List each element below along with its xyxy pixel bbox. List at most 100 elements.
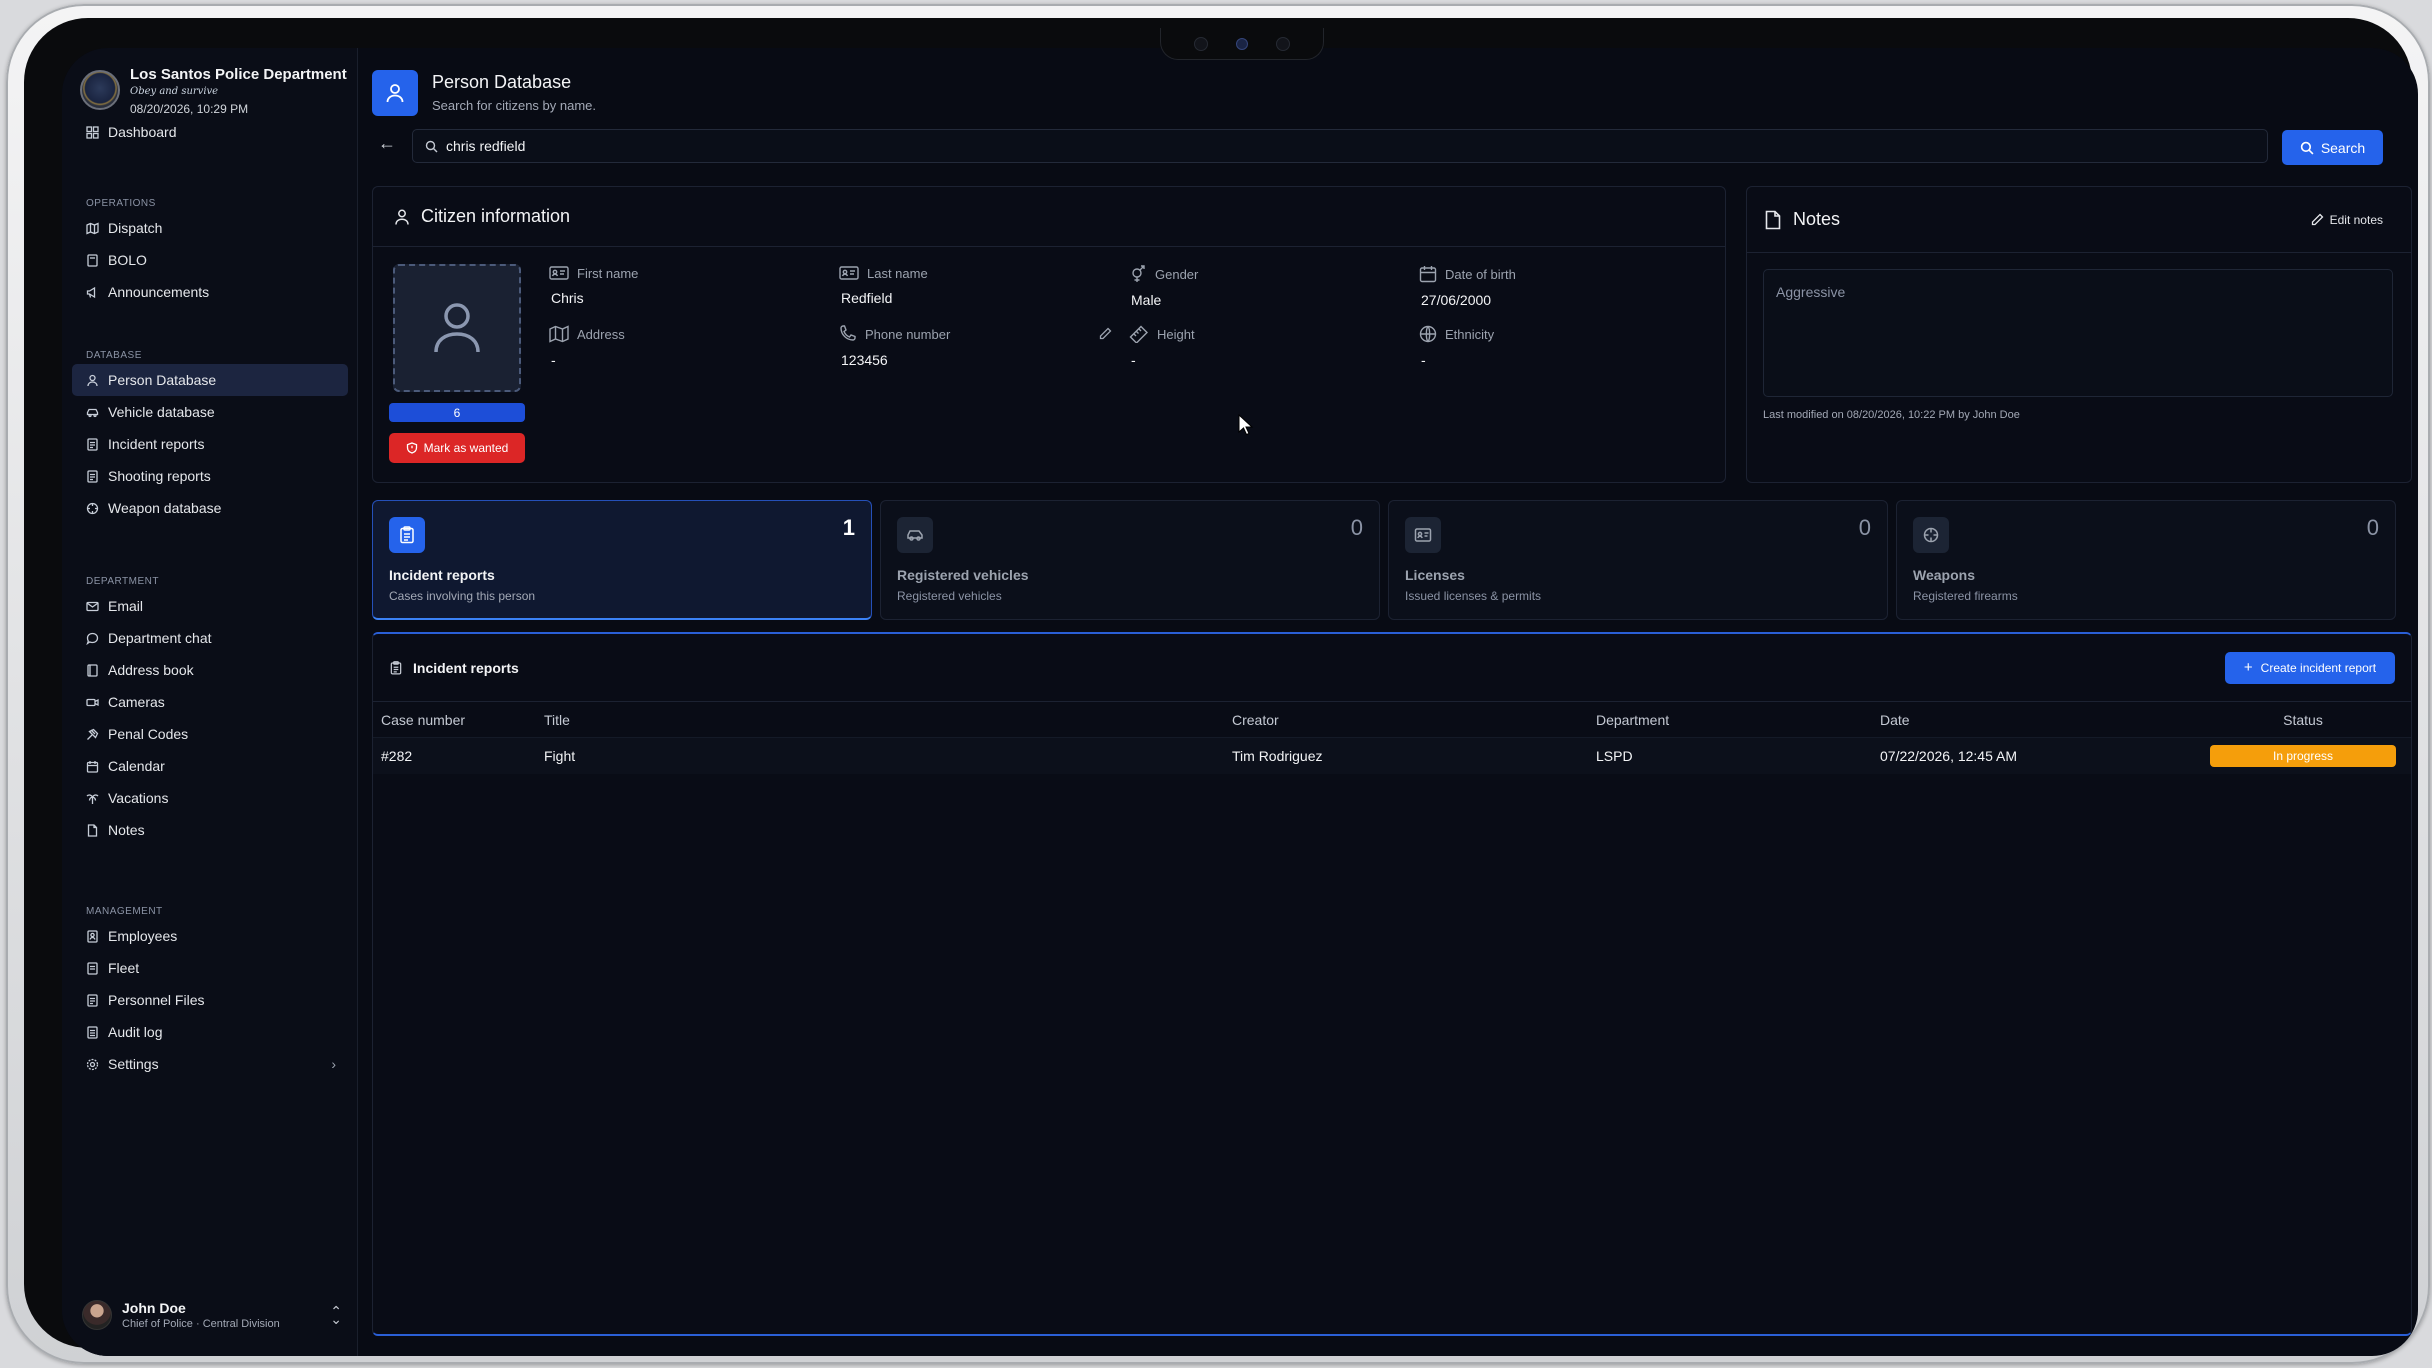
edit-height-pencil-icon[interactable] xyxy=(1099,327,1112,343)
person-silhouette-icon xyxy=(434,303,480,353)
nav-section-management: MANAGEMENT Employees Fleet Personnel Fil… xyxy=(62,906,358,1080)
map-icon xyxy=(86,222,99,235)
back-arrow-icon[interactable]: ← xyxy=(376,132,398,154)
last-name-value: Redfield xyxy=(841,290,893,306)
sidebar-item-label: Personnel Files xyxy=(108,992,205,1008)
column-header[interactable]: Title xyxy=(544,712,1232,728)
gender-icon xyxy=(1132,265,1145,282)
stat-subtitle: Registered vehicles xyxy=(897,589,1002,603)
sidebar-item-email[interactable]: Email xyxy=(72,590,348,622)
sidebar: Los Santos Police Department Obey and su… xyxy=(62,48,358,1356)
sidebar-item-weapon-database[interactable]: Weapon database xyxy=(72,492,348,524)
citizen-information-header: Citizen information xyxy=(373,187,1725,247)
phone-icon xyxy=(840,325,856,341)
create-incident-report-button[interactable]: + Create incident report xyxy=(2225,651,2395,684)
citizen-information-title: Citizen information xyxy=(421,206,571,226)
department-motto: Obey and survive xyxy=(130,86,219,97)
phone-number-value: 123456 xyxy=(841,352,888,368)
notes-title: Notes xyxy=(1793,209,1841,229)
sidebar-item-audit-log[interactable]: Audit log xyxy=(72,1016,348,1048)
tablet-bezel: Los Santos Police Department Obey and su… xyxy=(24,18,2418,1356)
nav-top: Dashboard xyxy=(62,116,358,148)
stat-title: Licenses xyxy=(1405,567,1465,583)
gavel-icon xyxy=(86,728,99,741)
id-card-icon xyxy=(1405,517,1441,553)
sidebar-item-vehicle-database[interactable]: Vehicle database xyxy=(72,396,348,428)
sidebar-item-label: Cameras xyxy=(108,694,165,710)
sidebar-item-label: Department chat xyxy=(108,630,212,646)
citizen-photo-placeholder[interactable] xyxy=(393,264,521,392)
photo-count-badge[interactable]: 6 xyxy=(389,403,525,422)
height-value: - xyxy=(1131,352,1136,368)
field-ethnicity: Ethnicity - xyxy=(1419,325,1495,368)
edit-notes-button[interactable]: Edit notes xyxy=(2311,213,2383,227)
sidebar-item-announcements[interactable]: Announcements xyxy=(72,276,348,308)
section-label: DEPARTMENT xyxy=(86,576,159,587)
field-gender: Gender Male xyxy=(1131,265,1199,308)
column-header[interactable]: Department xyxy=(1596,712,1880,728)
search-input[interactable] xyxy=(446,138,2246,154)
field-date-of-birth: Date of birth 27/06/2000 xyxy=(1419,266,1516,308)
sidebar-item-penal-codes[interactable]: Penal Codes xyxy=(72,718,348,750)
file-icon xyxy=(86,469,99,483)
camera-notch xyxy=(1160,28,1324,60)
sidebar-item-fleet[interactable]: Fleet xyxy=(72,952,348,984)
sidebar-item-settings[interactable]: Settings › xyxy=(72,1048,348,1080)
search-field[interactable] xyxy=(412,129,2268,163)
stat-card-licenses[interactable]: 0 Licenses Issued licenses & permits xyxy=(1388,500,1888,620)
search-button[interactable]: Search xyxy=(2282,130,2383,165)
incident-reports-header: Incident reports + Create incident repor… xyxy=(373,634,2411,702)
stat-card-incident-reports[interactable]: 1 Incident reports Cases involving this … xyxy=(372,500,872,620)
column-header[interactable]: Case number xyxy=(381,712,544,728)
sidebar-item-notes[interactable]: Notes xyxy=(72,814,348,846)
chat-icon xyxy=(86,632,99,645)
sidebar-item-shooting-reports[interactable]: Shooting reports xyxy=(72,460,348,492)
column-header[interactable]: Date xyxy=(1880,712,2203,728)
user-card[interactable]: John Doe Chief of Police · Central Divis… xyxy=(82,1300,342,1330)
sidebar-item-dispatch[interactable]: Dispatch xyxy=(72,212,348,244)
table-row[interactable]: #282 Fight Tim Rodriguez LSPD 07/22/2026… xyxy=(373,738,2411,774)
sidebar-item-personnel-files[interactable]: Personnel Files xyxy=(72,984,348,1016)
gender-value: Male xyxy=(1131,292,1162,308)
sidebar-item-person-database[interactable]: Person Database xyxy=(72,364,348,396)
avatar xyxy=(82,1300,112,1330)
search-icon xyxy=(425,140,438,152)
sidebar-item-label: Penal Codes xyxy=(108,726,189,742)
pencil-icon xyxy=(2311,213,2324,226)
chevrons-up-down-icon[interactable]: ⌃ ⌄ xyxy=(330,1304,342,1326)
sidebar-item-label: Shooting reports xyxy=(108,468,211,484)
field-last-name: Last name Redfield xyxy=(839,265,928,306)
sidebar-item-address-book[interactable]: Address book xyxy=(72,654,348,686)
field-phone-number: Phone number 123456 xyxy=(840,325,951,368)
sidebar-item-dashboard[interactable]: Dashboard xyxy=(72,116,348,148)
stat-card-registered-vehicles[interactable]: 0 Registered vehicles Registered vehicle… xyxy=(880,500,1380,620)
stat-card-weapons[interactable]: 0 Weapons Registered firearms xyxy=(1896,500,2396,620)
notes-content[interactable]: Aggressive xyxy=(1763,269,2393,397)
sidebar-item-label: Dispatch xyxy=(108,220,163,236)
sidebar-item-label: Email xyxy=(108,598,144,614)
sidebar-item-vacations[interactable]: Vacations xyxy=(72,782,348,814)
mark-as-wanted-label: Mark as wanted xyxy=(423,441,509,455)
first-name-value: Chris xyxy=(551,290,584,306)
sidebar-item-label: Dashboard xyxy=(108,124,177,140)
sidebar-item-cameras[interactable]: Cameras xyxy=(72,686,348,718)
sidebar-item-employees[interactable]: Employees xyxy=(72,920,348,952)
sidebar-item-incident-reports[interactable]: Incident reports xyxy=(72,428,348,460)
sidebar-item-department-chat[interactable]: Department chat xyxy=(72,622,348,654)
car-icon xyxy=(86,406,99,419)
chevron-right-icon: › xyxy=(331,1056,336,1072)
mark-as-wanted-button[interactable]: Mark as wanted xyxy=(389,433,525,463)
sidebar-item-label: Address book xyxy=(108,662,194,678)
sidebar-item-bolo[interactable]: BOLO xyxy=(72,244,348,276)
field-height: Height - xyxy=(1129,325,1195,368)
sidebar-item-label: Weapon database xyxy=(108,500,222,516)
stat-count: 0 xyxy=(1858,515,1871,540)
column-header[interactable]: Creator xyxy=(1232,712,1596,728)
sidebar-item-calendar[interactable]: Calendar xyxy=(72,750,348,782)
gear-icon xyxy=(86,1058,99,1071)
search-icon xyxy=(2300,141,2314,154)
department-name: Los Santos Police Department xyxy=(130,66,347,83)
stat-title: Weapons xyxy=(1913,567,1975,583)
map-icon xyxy=(549,325,569,343)
column-header[interactable]: Status xyxy=(2203,712,2403,728)
